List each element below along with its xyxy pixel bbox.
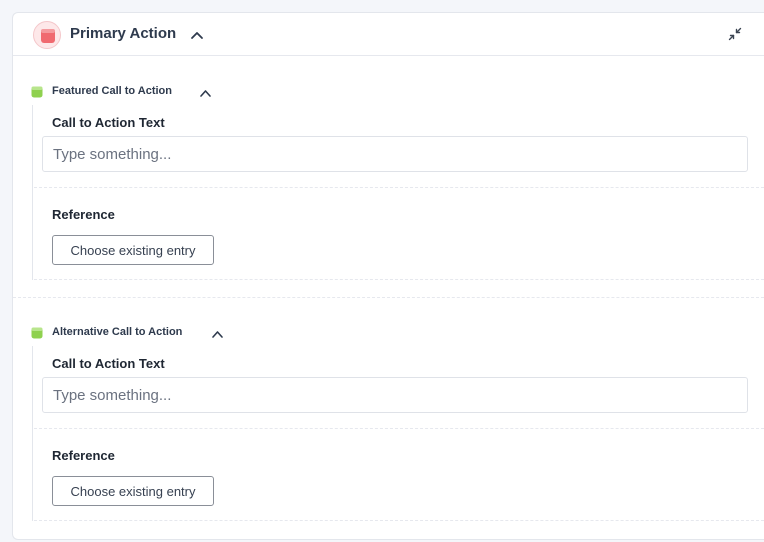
alternative-cta-section: Alternative Call to Action Call to Actio…: [13, 298, 764, 539]
choose-existing-entry-button[interactable]: Choose existing entry: [52, 235, 214, 265]
chevron-up-icon[interactable]: [190, 27, 204, 45]
field-label: Call to Action Text: [52, 115, 165, 130]
cta-text-input[interactable]: [42, 136, 748, 172]
section-title: Featured Call to Action: [52, 85, 172, 97]
field-label: Call to Action Text: [52, 356, 165, 371]
entry-icon: [31, 326, 43, 344]
cta-text-input[interactable]: [42, 377, 748, 413]
divider: [34, 279, 764, 280]
choose-existing-entry-button[interactable]: Choose existing entry: [52, 476, 214, 506]
reference-label: Reference: [52, 207, 115, 222]
primary-action-panel: Primary Action Featured Call to Action C…: [12, 12, 764, 540]
panel-header: Primary Action: [13, 13, 764, 56]
entry-icon: [31, 85, 43, 103]
panel-title: Primary Action: [70, 25, 177, 42]
chevron-up-icon[interactable]: [199, 85, 212, 103]
divider: [34, 428, 764, 429]
divider: [34, 187, 764, 188]
featured-cta-section: Featured Call to Action Call to Action T…: [13, 57, 764, 298]
chevron-up-icon[interactable]: [211, 326, 224, 344]
divider: [34, 520, 764, 521]
reference-label: Reference: [52, 448, 115, 463]
field-group: Call to Action Text Reference Choose exi…: [32, 346, 764, 521]
collapse-icon[interactable]: [728, 27, 742, 46]
section-title: Alternative Call to Action: [52, 326, 183, 338]
field-group: Call to Action Text Reference Choose exi…: [32, 105, 764, 280]
stack-icon: [33, 21, 61, 49]
